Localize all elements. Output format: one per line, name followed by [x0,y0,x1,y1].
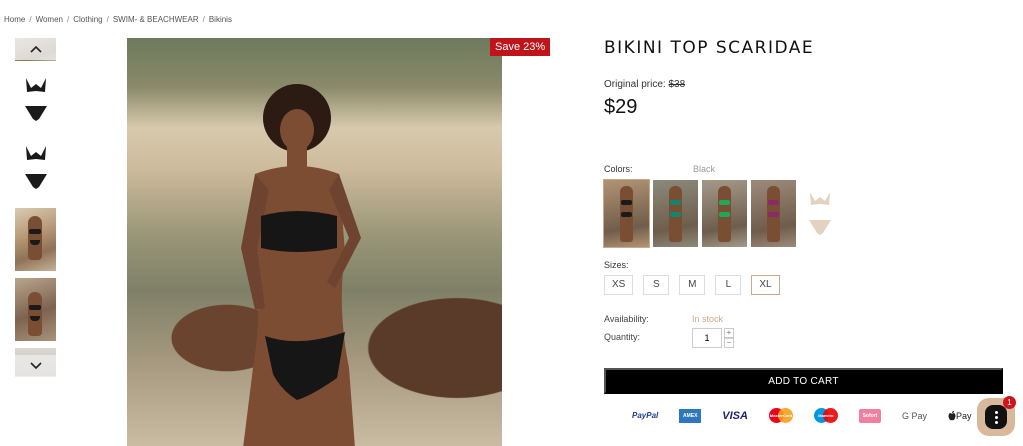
model-figure [28,292,42,336]
sofort-icon: Sofort [858,408,881,423]
thumbnail-model-photo[interactable] [15,208,56,271]
save-badge: Save 23% [490,38,551,56]
color-swatch-green[interactable] [702,180,747,247]
quantity-label: Quantity: [604,332,641,342]
quantity-stepper: + − [692,328,734,348]
bikini-icon [25,146,47,189]
color-swatch-nude[interactable] [800,180,840,247]
size-option-xl[interactable]: XL [751,275,780,295]
thumbnail-scroll-down-button[interactable] [15,355,56,377]
breadcrumb-separator: / [202,15,205,24]
breadcrumb-separator: / [106,15,109,24]
paypal-icon: PayPal [632,411,659,420]
color-swatches [603,179,840,248]
model-figure [767,186,780,242]
thumbnail-product-black-alt[interactable] [15,142,56,194]
breadcrumb-women[interactable]: Women [36,15,63,24]
sizes-label: Sizes: [604,260,629,270]
chevron-up-icon [29,45,42,53]
visa-icon: VISA [722,409,748,422]
breadcrumb: Home / Women / Clothing / SWIM- & BEACHW… [4,15,232,24]
product-title: BIKINI TOP SCARIDAE [604,38,815,58]
model-figure [718,186,731,242]
size-option-l[interactable]: L [715,275,742,295]
chevron-down-icon [29,362,42,370]
apple-icon [948,410,956,420]
apple-pay-label: Pay [955,410,972,421]
breadcrumb-separator: / [29,15,32,24]
availability-label: Availability: [604,314,649,324]
breadcrumb-swim-beachwear[interactable]: SWIM- & BEACHWEAR [113,15,199,24]
main-product-image[interactable] [127,38,502,446]
add-to-cart-button[interactable]: ADD TO CART [604,368,1003,394]
model-figure [669,186,682,242]
quantity-decrease-button[interactable]: − [724,338,734,348]
chat-icon [985,405,1007,429]
mastercard-icon: MasterCard [768,408,793,423]
original-price-value: $38 [668,79,686,90]
breadcrumb-home[interactable]: Home [4,15,25,24]
maestro-icon: Maestro [813,408,838,423]
color-swatch-teal[interactable] [653,180,698,247]
thumbnail-product-black[interactable] [15,74,56,126]
original-price-label: Original price: [604,79,666,90]
selected-color: Black [693,164,716,174]
color-swatch-purple[interactable] [751,180,796,247]
color-swatch-black[interactable] [603,179,650,248]
quantity-increase-button[interactable]: + [724,328,734,338]
breadcrumb-separator: / [67,15,70,24]
thumbnail-scroll-up-button[interactable] [15,38,56,60]
availability-status: In stock [692,314,724,324]
breadcrumb-bikinis[interactable]: Bikinis [209,15,232,24]
apple-pay-icon: Pay [948,410,972,421]
bikini-icon [809,191,831,235]
breadcrumb-clothing[interactable]: Clothing [73,15,102,24]
model-figure [620,186,633,242]
quantity-step-buttons: + − [724,328,734,348]
current-price: $29 [604,96,638,118]
size-option-xs[interactable]: XS [604,275,634,295]
chat-notification-badge: 1 [1003,396,1016,409]
size-options: XS S M L XL [604,275,780,295]
google-pay-icon: G Pay [901,410,927,421]
original-price: Original price: $38 [604,79,685,90]
size-option-m[interactable]: M [679,275,706,295]
model-figure [28,216,42,260]
quantity-input[interactable] [692,328,722,348]
payment-methods: PayPal AMEX VISA MasterCard Maestro Sofo… [632,408,971,423]
mastercard-label: MasterCard [769,413,792,418]
bikini-icon [25,78,47,121]
maestro-label: Maestro [818,413,834,418]
size-option-s[interactable]: S [643,275,670,295]
amex-icon: AMEX [679,408,702,423]
thumbnail-model-photo-2[interactable] [15,278,56,341]
colors-label: Colors: [604,164,633,174]
model-illustration [241,84,361,446]
